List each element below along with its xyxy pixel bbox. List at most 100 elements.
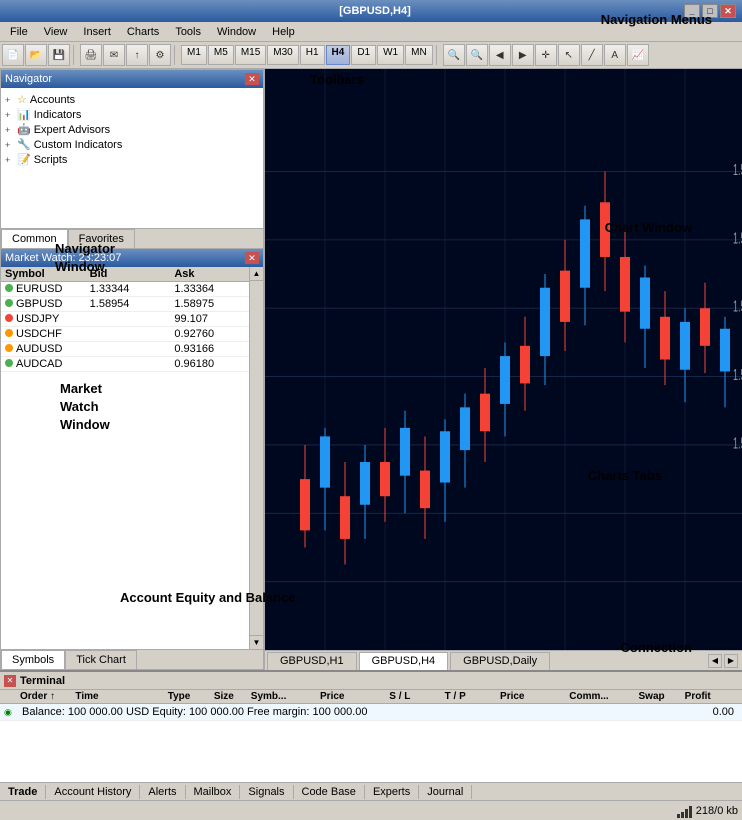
- cursor-button[interactable]: ↖: [558, 44, 580, 66]
- period-m5[interactable]: M5: [208, 45, 234, 65]
- menu-bar: File View Insert Charts Tools Window Hel…: [0, 22, 742, 42]
- indicators-label: Indicators: [34, 109, 82, 121]
- col-size: Size: [214, 691, 251, 702]
- mw-col-ask: Ask: [174, 268, 259, 280]
- term-tab-trade[interactable]: Trade: [0, 785, 46, 799]
- period-m1[interactable]: M1: [181, 45, 207, 65]
- mw-col-symbol: Symbol: [5, 268, 90, 280]
- scroll-right-button[interactable]: ▶: [512, 44, 534, 66]
- connection-label: 218/0 kb: [696, 805, 738, 817]
- mw-tab-symbols[interactable]: Symbols: [1, 650, 65, 669]
- print-button[interactable]: 🖨: [80, 44, 102, 66]
- mw-eurusd-symbol: EURUSD: [5, 283, 90, 295]
- period-mn[interactable]: MN: [405, 45, 433, 65]
- terminal-close-button[interactable]: ✕: [4, 675, 16, 687]
- text-button[interactable]: A: [604, 44, 626, 66]
- market-watch-close-button[interactable]: ✕: [245, 252, 259, 264]
- term-tab-alerts[interactable]: Alerts: [140, 785, 185, 799]
- toolbar-area: 📄 📂 💾 🖨 ✉ ↑ ⚙ M1 M5 M15 M30 H1 H4 D1 W1 …: [0, 42, 742, 69]
- menu-help[interactable]: Help: [264, 24, 303, 40]
- save-button[interactable]: 💾: [48, 44, 70, 66]
- col-commission: Comm...: [569, 691, 638, 702]
- tree-item-custom-indicators[interactable]: + 🔧 Custom Indicators: [5, 137, 259, 152]
- mw-audusd-symbol: AUDUSD: [5, 343, 90, 355]
- properties-button[interactable]: ⚙: [149, 44, 171, 66]
- term-tab-journal[interactable]: Journal: [419, 785, 472, 799]
- period-h1[interactable]: H1: [300, 45, 325, 65]
- expert-advisors-icon: 🤖: [17, 123, 31, 136]
- col-sl: S / L: [389, 691, 444, 702]
- menu-file[interactable]: File: [2, 24, 36, 40]
- mw-scrollbar[interactable]: ▲ ▼: [249, 267, 263, 649]
- terminal-title: Terminal: [20, 675, 65, 687]
- term-tab-experts[interactable]: Experts: [365, 785, 419, 799]
- mw-row-gbpusd[interactable]: GBPUSD 1.58954 1.58975: [1, 297, 263, 312]
- scripts-label: Scripts: [34, 154, 68, 166]
- balance-status-indicator: ◉: [4, 707, 22, 718]
- term-tab-account-history[interactable]: Account History: [46, 785, 140, 799]
- period-m15[interactable]: M15: [235, 45, 266, 65]
- minimize-button[interactable]: _: [684, 4, 700, 18]
- mw-row-usdchf[interactable]: USDCHF 0.92760: [1, 327, 263, 342]
- expand-scripts-icon: +: [5, 155, 17, 165]
- period-m30[interactable]: M30: [267, 45, 298, 65]
- zoom-out-button[interactable]: 🔍: [466, 44, 488, 66]
- indicators-icon: 📊: [17, 108, 31, 121]
- menu-charts[interactable]: Charts: [119, 24, 167, 40]
- connection-icon: [677, 804, 692, 818]
- tree-item-scripts[interactable]: + 📝 Scripts: [5, 152, 259, 167]
- market-watch-tabs: Symbols Tick Chart: [1, 649, 263, 669]
- indicator-button[interactable]: 📈: [627, 44, 649, 66]
- market-watch-header: Market Watch: 23:23:07 ✕: [1, 249, 263, 267]
- mw-scroll-down-button[interactable]: ▼: [250, 635, 263, 649]
- terminal-area: ✕ Terminal Order ↑ Time Type Size Symb..…: [0, 670, 742, 800]
- nav-tab-favorites[interactable]: Favorites: [68, 229, 135, 248]
- nav-tab-common[interactable]: Common: [1, 229, 68, 248]
- chart-tabs-bar: GBPUSD,H1 GBPUSD,H4 GBPUSD,Daily ◀ ▶: [265, 650, 742, 670]
- new-chart-button[interactable]: 📄: [2, 44, 24, 66]
- period-h4[interactable]: H4: [326, 45, 351, 65]
- navigator-close-button[interactable]: ✕: [245, 73, 259, 85]
- period-d1[interactable]: D1: [351, 45, 376, 65]
- maximize-button[interactable]: □: [702, 4, 718, 18]
- close-button[interactable]: ✕: [720, 4, 736, 18]
- period-w1[interactable]: W1: [377, 45, 404, 65]
- mw-row-eurusd[interactable]: EURUSD 1.33344 1.33364: [1, 282, 263, 297]
- mw-tab-tick-chart[interactable]: Tick Chart: [65, 650, 137, 669]
- term-tab-mailbox[interactable]: Mailbox: [186, 785, 241, 799]
- menu-view[interactable]: View: [36, 24, 76, 40]
- mw-row-audusd[interactable]: AUDUSD 0.93166: [1, 342, 263, 357]
- mw-row-usdjpy[interactable]: USDJPY 99.107: [1, 312, 263, 327]
- line-button[interactable]: ╱: [581, 44, 603, 66]
- mw-gbpusd-bid: 1.58954: [90, 298, 175, 310]
- chart-tab-next-button[interactable]: ▶: [724, 654, 738, 668]
- tree-item-expert-advisors[interactable]: + 🤖 Expert Advisors: [5, 122, 259, 137]
- chart-area: 1.5950 1.5900 1.5850 1.5800 1.5750 GBPUS…: [265, 69, 742, 670]
- term-tab-codebase[interactable]: Code Base: [294, 785, 365, 799]
- zoom-in-button[interactable]: 🔍: [443, 44, 465, 66]
- mw-scroll-up-button[interactable]: ▲: [250, 267, 263, 281]
- accounts-label: Accounts: [30, 94, 75, 106]
- menu-window[interactable]: Window: [209, 24, 264, 40]
- menu-insert[interactable]: Insert: [75, 24, 119, 40]
- chart-tab-gbpusd-h1[interactable]: GBPUSD,H1: [267, 652, 357, 670]
- term-tab-signals[interactable]: Signals: [240, 785, 293, 799]
- mw-row-audcad[interactable]: AUDCAD 0.96180: [1, 357, 263, 372]
- scroll-left-button[interactable]: ◀: [489, 44, 511, 66]
- balance-text: Balance: 100 000.00 USD Equity: 100 000.…: [22, 706, 368, 718]
- chart-tab-prev-button[interactable]: ◀: [708, 654, 722, 668]
- chart-tab-gbpusd-daily[interactable]: GBPUSD,Daily: [450, 652, 550, 670]
- tree-item-accounts[interactable]: + ☆ Accounts: [5, 92, 259, 107]
- svg-text:1.5750: 1.5750: [733, 435, 742, 452]
- chart-tab-gbpusd-h4[interactable]: GBPUSD,H4: [359, 652, 449, 670]
- mw-usdchf-ask: 0.92760: [174, 328, 259, 340]
- bar-4: [689, 806, 692, 818]
- toolbar-row-1: 📄 📂 💾 🖨 ✉ ↑ ⚙ M1 M5 M15 M30 H1 H4 D1 W1 …: [0, 42, 742, 68]
- crosshair-button[interactable]: ✛: [535, 44, 557, 66]
- open-button[interactable]: 📂: [25, 44, 47, 66]
- ftp-button[interactable]: ↑: [126, 44, 148, 66]
- tree-item-indicators[interactable]: + 📊 Indicators: [5, 107, 259, 122]
- email-button[interactable]: ✉: [103, 44, 125, 66]
- menu-tools[interactable]: Tools: [167, 24, 209, 40]
- mw-eurusd-ask: 1.33364: [174, 283, 259, 295]
